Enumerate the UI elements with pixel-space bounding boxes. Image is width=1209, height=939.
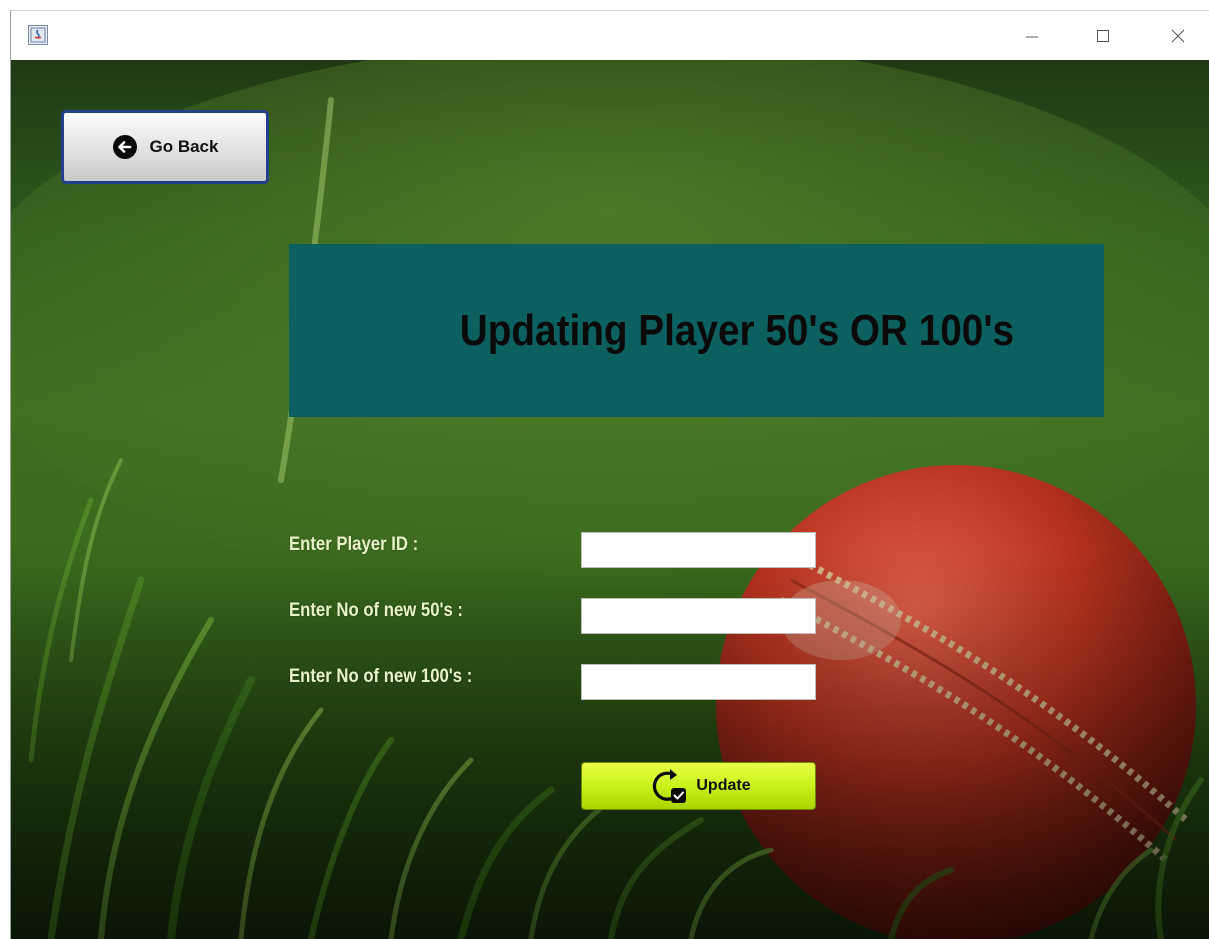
new-fifties-input[interactable] xyxy=(581,598,816,634)
page-title: Updating Player 50's OR 100's xyxy=(459,305,1014,355)
minimize-button[interactable] xyxy=(1002,11,1062,60)
update-label: Update xyxy=(696,777,751,794)
maximize-button[interactable] xyxy=(1073,11,1133,60)
go-back-button[interactable]: Go Back xyxy=(61,110,269,184)
close-icon xyxy=(1171,29,1185,42)
app-window: Go Back Updating Player 50's OR 100's En… xyxy=(10,10,1209,939)
arrow-left-circle-icon xyxy=(112,135,137,159)
go-back-label: Go Back xyxy=(149,137,219,156)
refresh-check-icon xyxy=(653,769,687,803)
player-id-input[interactable] xyxy=(581,532,816,568)
close-button[interactable] xyxy=(1148,11,1208,60)
title-panel: Updating Player 50's OR 100's xyxy=(289,244,1104,417)
update-button[interactable]: Update xyxy=(581,762,816,810)
minimize-icon xyxy=(1026,36,1038,37)
new-hundreds-input[interactable] xyxy=(581,664,816,700)
maximize-icon xyxy=(1097,29,1109,42)
new-hundreds-label: Enter No of new 100's : xyxy=(289,666,473,687)
java-app-icon xyxy=(28,25,48,45)
player-id-label: Enter Player ID : xyxy=(289,534,419,555)
new-fifties-label: Enter No of new 50's : xyxy=(289,600,463,621)
main-panel: Go Back Updating Player 50's OR 100's En… xyxy=(11,60,1209,939)
title-bar xyxy=(11,11,1209,60)
